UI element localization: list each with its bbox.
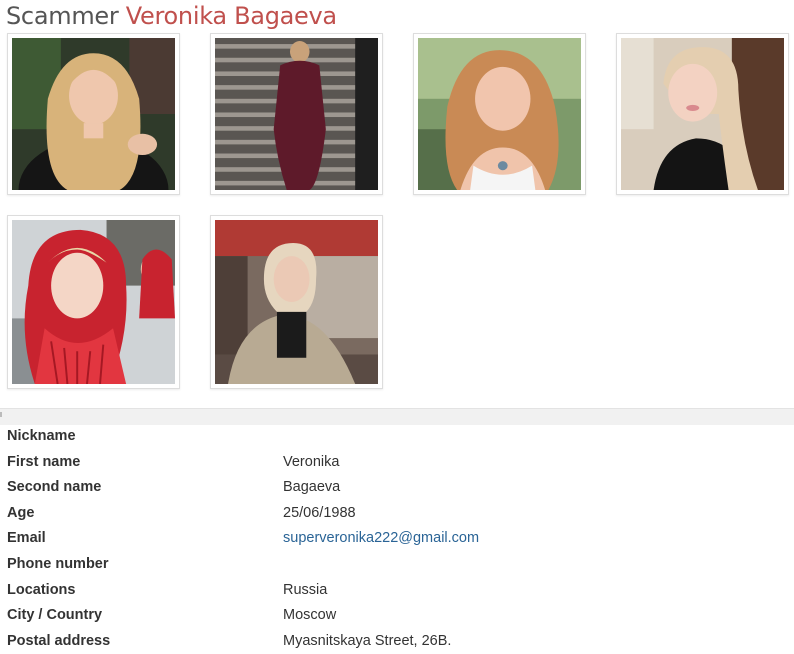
detail-row-age: Age 25/06/1988 xyxy=(0,501,794,527)
detail-value: Veronika xyxy=(283,453,340,470)
detail-label: Postal address xyxy=(7,632,111,649)
detail-row-postal-address: Postal address Myasnitskaya Street, 26B. xyxy=(0,629,794,654)
page-title-prefix: Scammer xyxy=(6,2,119,30)
detail-value: Bagaeva xyxy=(283,479,341,496)
photo-selfie-outdoors-icon xyxy=(418,38,581,190)
photo-thumbnail[interactable] xyxy=(413,33,586,195)
email-link[interactable]: superveronika222@gmail.com xyxy=(283,530,479,546)
detail-label: Phone number xyxy=(7,555,109,572)
detail-value: Myasnitskaya Street, 26B. xyxy=(283,632,452,649)
photo-thumbnail[interactable] xyxy=(7,33,180,195)
detail-value: 25/06/1988 xyxy=(283,504,356,521)
page-title-name: Veronika Bagaeva xyxy=(125,2,337,30)
detail-label: First name xyxy=(7,453,81,470)
section-divider xyxy=(0,408,794,425)
photo-portrait-long-blonde-hair-icon xyxy=(12,38,175,190)
detail-label: Email xyxy=(7,530,46,547)
detail-row-email: Email superveronika222@gmail.com xyxy=(0,526,794,552)
divider-tick xyxy=(0,412,2,417)
detail-label: Age xyxy=(7,504,35,521)
photo-thumbnail[interactable] xyxy=(616,33,789,195)
photo-woman-in-red-headscarf-icon xyxy=(12,220,175,384)
detail-row-locations: Locations Russia xyxy=(0,578,794,604)
detail-value: Russia xyxy=(283,581,328,598)
photo-selfie-indoors-icon xyxy=(621,38,784,190)
detail-label: Nickname xyxy=(7,428,76,444)
detail-row-city-country: City / Country Moscow xyxy=(0,603,794,629)
detail-label: Locations xyxy=(7,581,76,598)
detail-row-phone-number: Phone number xyxy=(0,552,794,578)
detail-row-first-name: First name Veronika xyxy=(0,450,794,476)
photo-thumbnail[interactable] xyxy=(210,215,383,389)
photo-woman-on-stairs-icon xyxy=(215,38,378,190)
photo-woman-in-cafe-icon xyxy=(215,220,378,384)
detail-row-nickname: Nickname xyxy=(0,424,794,450)
photo-thumbnail[interactable] xyxy=(7,215,180,389)
profile-details: Nickname First name Veronika Second name… xyxy=(0,424,794,654)
photo-thumbnail[interactable] xyxy=(210,33,383,195)
detail-label: Second name xyxy=(7,479,102,496)
detail-value: Moscow xyxy=(283,607,337,624)
detail-label: City / Country xyxy=(7,607,103,624)
detail-row-second-name: Second name Bagaeva xyxy=(0,475,794,501)
page-title: Scammer Veronika Bagaeva xyxy=(6,0,337,32)
